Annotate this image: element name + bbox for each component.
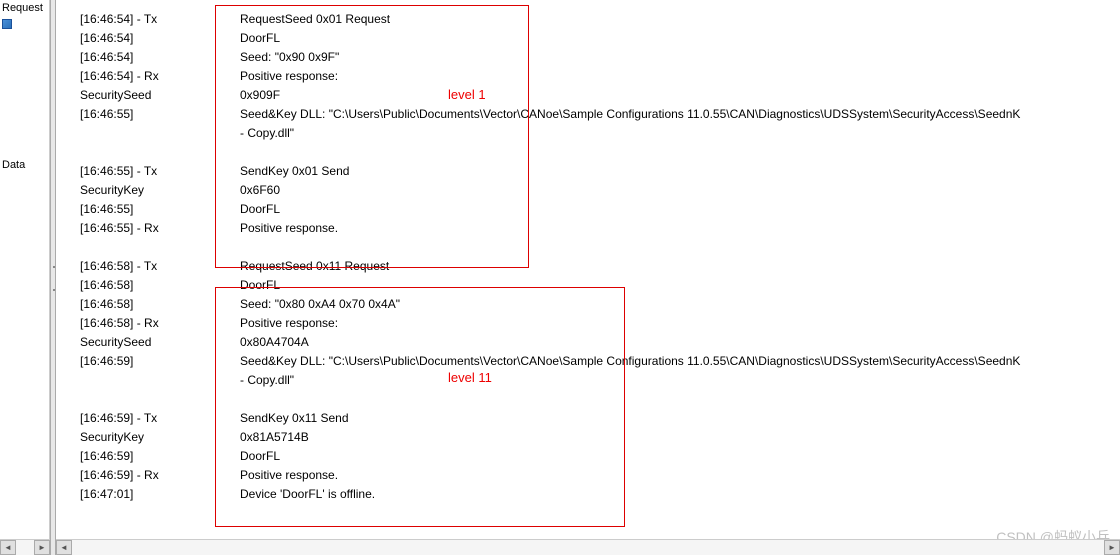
log-message: DoorFL — [240, 29, 1120, 48]
log-message: 0x80A4704A — [240, 333, 1120, 352]
log-message: SendKey 0x11 Send — [240, 409, 1120, 428]
log-timestamp: [16:46:59] - Tx — [80, 409, 240, 428]
log-line: SecuritySeed 0x909F — [80, 86, 1120, 105]
scroll-left-icon[interactable]: ◄ — [0, 540, 16, 555]
log-message: Device 'DoorFL' is offline. — [240, 485, 1120, 504]
log-message: - Copy.dll" — [240, 371, 1120, 390]
log-timestamp: [16:46:58] — [80, 295, 240, 314]
log-timestamp: SecuritySeed — [80, 333, 240, 352]
log-timestamp: [16:46:58] — [80, 276, 240, 295]
log-message: 0x81A5714B — [240, 428, 1120, 447]
log-timestamp: SecurityKey — [80, 428, 240, 447]
log-line: SecurityKey 0x81A5714B — [80, 428, 1120, 447]
log-message: Positive response. — [240, 219, 1120, 238]
content-hscrollbar[interactable]: ◄ ► — [56, 539, 1120, 555]
sidebar-item-data[interactable]: Data — [2, 159, 47, 171]
log-timestamp: SecurityKey — [80, 181, 240, 200]
log-line: SecurityKey 0x6F60 — [80, 181, 1120, 200]
log-line: [16:46:55]Seed&Key DLL: "C:\Users\Public… — [80, 105, 1120, 124]
log-line — [80, 238, 1120, 257]
sidebar-item-request[interactable]: Request — [2, 2, 47, 14]
annotation-level1: level 1 — [448, 87, 486, 102]
log-line: [16:46:54] - RxPositive response: — [80, 67, 1120, 86]
log-timestamp: [16:46:54] — [80, 48, 240, 67]
log-message: Positive response: — [240, 314, 1120, 333]
log-message: Seed: "0x80 0xA4 0x70 0x4A" — [240, 295, 1120, 314]
log-line — [80, 390, 1120, 409]
log-timestamp — [80, 124, 240, 143]
log-line: [16:46:59]Seed&Key DLL: "C:\Users\Public… — [80, 352, 1120, 371]
log-timestamp — [80, 390, 240, 409]
log-message — [240, 143, 1120, 162]
log-line: - Copy.dll" — [80, 124, 1120, 143]
scroll-right-icon[interactable]: ► — [1104, 540, 1120, 555]
log-message: SendKey 0x01 Send — [240, 162, 1120, 181]
log-line — [80, 143, 1120, 162]
log-message — [240, 238, 1120, 257]
log-message: - Copy.dll" — [240, 124, 1120, 143]
log-line: [16:46:54] - TxRequestSeed 0x01 Request — [80, 10, 1120, 29]
log-line: SecuritySeed 0x80A4704A — [80, 333, 1120, 352]
log-line: [16:46:54]Seed: "0x90 0x9F" — [80, 48, 1120, 67]
log-timestamp: [16:46:55] - Tx — [80, 162, 240, 181]
log-timestamp: [16:46:55] — [80, 105, 240, 124]
log-message: Positive response: — [240, 67, 1120, 86]
log-timestamp: [16:46:55] — [80, 200, 240, 219]
scroll-right-icon[interactable]: ► — [34, 540, 50, 555]
log-line: [16:46:54]DoorFL — [80, 29, 1120, 48]
log-message: DoorFL — [240, 276, 1120, 295]
log-line: [16:46:59]DoorFL — [80, 447, 1120, 466]
scroll-left-icon[interactable]: ◄ — [56, 540, 72, 555]
log-line: - Copy.dll" — [80, 371, 1120, 390]
scroll-track[interactable] — [16, 540, 34, 555]
log-line: [16:46:59] - TxSendKey 0x11 Send — [80, 409, 1120, 428]
log-content: [16:46:54] - TxRequestSeed 0x01 Request … — [60, 0, 1120, 555]
log-message: 0x6F60 — [240, 181, 1120, 200]
log-line: [16:46:59] - RxPositive response. — [80, 466, 1120, 485]
log-timestamp: [16:46:59] — [80, 447, 240, 466]
log-line: [16:46:58]DoorFL — [80, 276, 1120, 295]
scroll-track[interactable] — [72, 540, 1104, 555]
log-message: Seed: "0x90 0x9F" — [240, 48, 1120, 67]
log-timestamp: [16:46:55] - Rx — [80, 219, 240, 238]
log-timestamp: [16:46:58] - Rx — [80, 314, 240, 333]
log-message: 0x909F — [240, 86, 1120, 105]
log-timestamp: [16:46:59] - Rx — [80, 466, 240, 485]
log-line: [16:46:58] - RxPositive response: — [80, 314, 1120, 333]
request-icon[interactable] — [2, 19, 12, 29]
log-line: [16:46:55]DoorFL — [80, 200, 1120, 219]
log-message: Seed&Key DLL: "C:\Users\Public\Documents… — [240, 352, 1120, 371]
log-message: Positive response. — [240, 466, 1120, 485]
log-message: DoorFL — [240, 200, 1120, 219]
sidebar-hscrollbar[interactable]: ◄ ► — [0, 539, 50, 555]
log-line: [16:46:58]Seed: "0x80 0xA4 0x70 0x4A" — [80, 295, 1120, 314]
vertical-splitter[interactable] — [50, 0, 56, 555]
annotation-level11: level 11 — [448, 370, 492, 385]
log-timestamp: [16:46:54] — [80, 29, 240, 48]
log-timestamp: [16:47:01] — [80, 485, 240, 504]
log-line: [16:46:58] - TxRequestSeed 0x11 Request — [80, 257, 1120, 276]
log-line: [16:46:55] - TxSendKey 0x01 Send — [80, 162, 1120, 181]
log-line: [16:47:01]Device 'DoorFL' is offline. — [80, 485, 1120, 504]
log-message: Seed&Key DLL: "C:\Users\Public\Documents… — [240, 105, 1120, 124]
log-message: RequestSeed 0x11 Request — [240, 257, 1120, 276]
log-line: [16:46:55] - RxPositive response. — [80, 219, 1120, 238]
log-message: DoorFL — [240, 447, 1120, 466]
log-timestamp — [80, 143, 240, 162]
log-message: RequestSeed 0x01 Request — [240, 10, 1120, 29]
log-timestamp — [80, 371, 240, 390]
sidebar: Request Data — [0, 0, 50, 555]
log-timestamp: SecuritySeed — [80, 86, 240, 105]
log-timestamp: [16:46:58] - Tx — [80, 257, 240, 276]
log-message — [240, 390, 1120, 409]
log-timestamp: [16:46:54] - Rx — [80, 67, 240, 86]
log-timestamp: [16:46:54] - Tx — [80, 10, 240, 29]
log-timestamp — [80, 238, 240, 257]
log-timestamp: [16:46:59] — [80, 352, 240, 371]
